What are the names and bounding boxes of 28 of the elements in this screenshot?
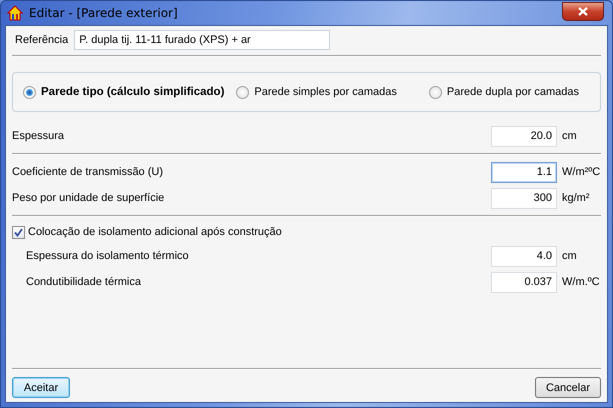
field-label: Coeficiente de transmissão (U) [12, 166, 164, 178]
number-field[interactable]: 300 [491, 188, 557, 208]
house-icon [7, 5, 23, 21]
cancel-button[interactable]: Cancelar [534, 377, 601, 398]
unit-label: W/m²ºC [561, 166, 601, 178]
close-button[interactable] [562, 2, 604, 20]
checkbox[interactable] [12, 226, 25, 238]
number-field[interactable]: 20.0 [491, 126, 557, 146]
field-label: Condutibilidade térmica [26, 276, 142, 288]
number-field[interactable]: 1.1 [491, 162, 557, 182]
field-label: Espessura [12, 130, 65, 142]
accept-button[interactable]: Aceitar [12, 377, 70, 398]
field-label: Referência [15, 34, 68, 46]
radio-option[interactable]: Parede simples por camadas [236, 86, 397, 98]
number-field[interactable]: 0.037 [491, 272, 557, 292]
window-title: Editar - [Parede exterior] [29, 6, 179, 20]
unit-label: W/m.ºC [561, 276, 601, 288]
radio-option[interactable]: Parede dupla por camadas [428, 86, 579, 98]
field-label: Peso por unidade de superfície [12, 192, 166, 204]
unit-label: kg/m² [561, 192, 590, 204]
checkbox-label: Colocação de isolamento adicional após construção [28, 226, 282, 238]
field-label: Espessura do isolamento térmico [26, 250, 190, 262]
reference-field[interactable]: P. dupla tij. 11-11 furado (XPS) + ar [74, 30, 330, 50]
unit-label: cm [561, 130, 578, 142]
radio-option[interactable]: Parede tipo (cálculo simplificado) [23, 86, 224, 98]
close-icon [578, 6, 588, 16]
unit-label: cm [561, 250, 578, 262]
number-field[interactable]: 4.0 [491, 246, 557, 266]
